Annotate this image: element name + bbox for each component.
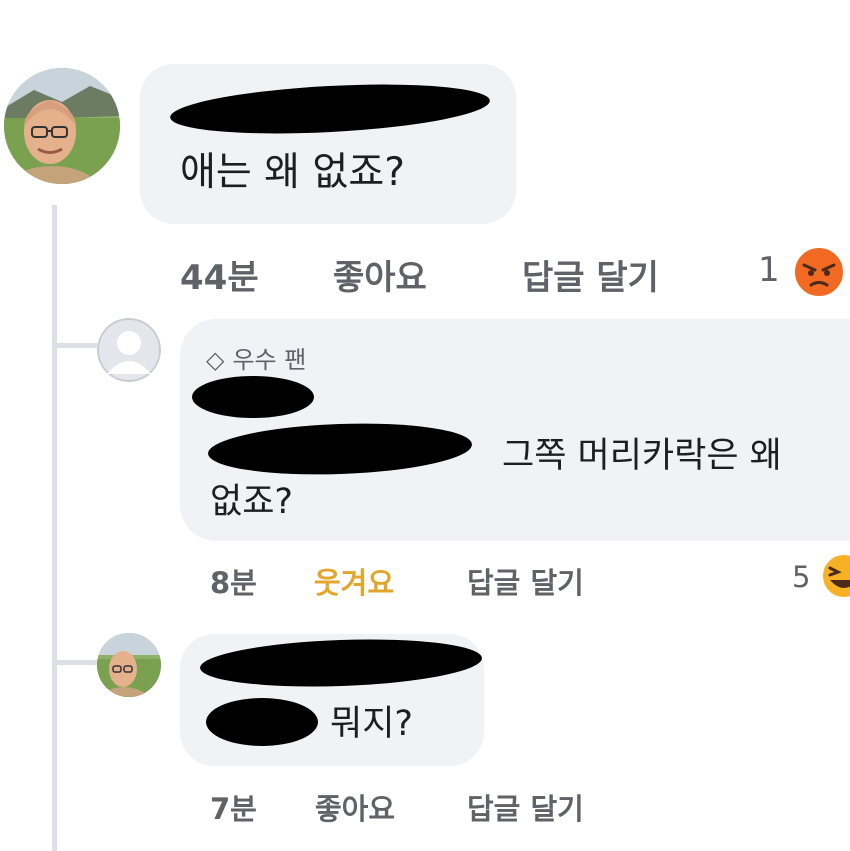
thread-line-branch-2: [57, 660, 97, 665]
redacted-author-name: [192, 376, 314, 418]
person-silhouette-icon: [97, 318, 161, 382]
redacted-mention-link[interactable]: [206, 698, 318, 746]
comment-text-continued: 없죠?: [210, 482, 293, 522]
diamond-icon: ◇: [206, 346, 225, 374]
like-button[interactable]: 좋아요: [333, 250, 427, 299]
comment-text: 그쪽 머리카락은 왜: [502, 436, 782, 476]
profile-photo-icon: [4, 68, 120, 184]
comment-time: 44분: [180, 258, 259, 298]
reaction-count[interactable]: 5: [792, 560, 810, 594]
avatar[interactable]: [4, 68, 120, 184]
reply-button[interactable]: 답글 달기: [467, 560, 584, 602]
badge-label: 우수 팬: [232, 346, 307, 374]
comment-text: 뭐지?: [330, 704, 413, 744]
reaction-count[interactable]: 1: [758, 250, 780, 290]
haha-reaction-button[interactable]: 웃겨요: [314, 560, 394, 602]
reply-button[interactable]: 답글 달기: [467, 786, 584, 828]
comment-text: 애는 왜 없죠?: [180, 150, 405, 195]
haha-reaction-icon[interactable]: [820, 552, 850, 600]
thread-line-branch-1: [57, 343, 97, 348]
profile-photo-icon: [97, 633, 161, 697]
default-avatar[interactable]: [97, 318, 161, 382]
reply-button[interactable]: 답글 달기: [522, 250, 659, 299]
comment-time: 7분: [210, 792, 257, 826]
like-button[interactable]: 좋아요: [315, 786, 395, 828]
top-fan-badge: ◇ 우수 팬: [206, 340, 306, 375]
comment-time: 8분: [210, 566, 257, 600]
angry-reaction-icon[interactable]: [792, 245, 846, 299]
avatar[interactable]: [97, 633, 161, 697]
thread-line-main: [52, 205, 57, 851]
